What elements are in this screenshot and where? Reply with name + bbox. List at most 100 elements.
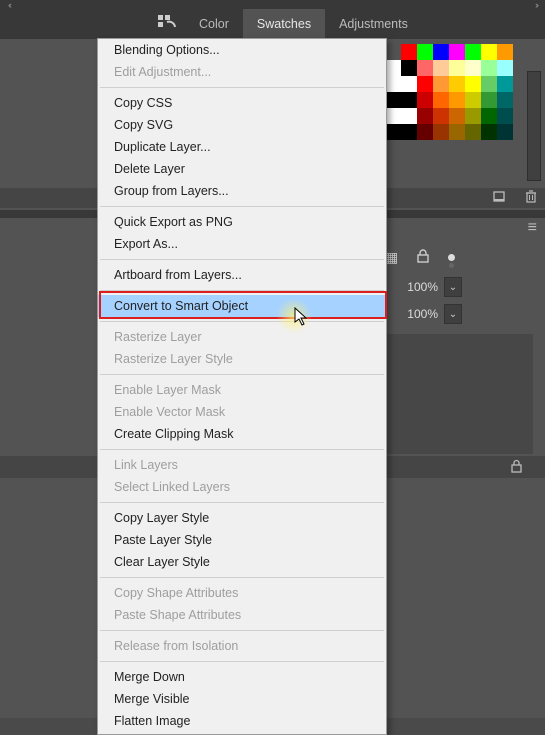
- menu-item: Release from Isolation: [98, 635, 386, 657]
- swatch[interactable]: [481, 92, 497, 108]
- menu-item[interactable]: Artboard from Layers...: [98, 264, 386, 286]
- menu-item[interactable]: Group from Layers...: [98, 180, 386, 202]
- menu-item[interactable]: Convert to Smart Object: [98, 295, 386, 317]
- arrange-icon[interactable]: [0, 15, 185, 33]
- swatch[interactable]: [497, 60, 513, 76]
- swatch[interactable]: [401, 76, 417, 92]
- swatch[interactable]: [465, 124, 481, 140]
- menu-item[interactable]: Flatten Image: [98, 710, 386, 732]
- swatch[interactable]: [401, 44, 417, 60]
- fill-value[interactable]: 100%: [398, 307, 440, 321]
- swatch[interactable]: [385, 92, 401, 108]
- swatch[interactable]: [385, 76, 401, 92]
- swatch[interactable]: [401, 124, 417, 140]
- swatch[interactable]: [497, 44, 513, 60]
- menu-item[interactable]: Merge Down: [98, 666, 386, 688]
- collapse-handles: ‹‹ ››: [0, 0, 545, 9]
- swatch[interactable]: [449, 60, 465, 76]
- swatches-scrollbar[interactable]: [527, 71, 541, 181]
- menu-separator: [100, 259, 384, 260]
- tab-color[interactable]: Color: [185, 9, 243, 39]
- swatch[interactable]: [497, 124, 513, 140]
- swatch[interactable]: [449, 44, 465, 60]
- swatch[interactable]: [385, 60, 401, 76]
- swatch[interactable]: [481, 44, 497, 60]
- opacity-value[interactable]: 100%: [398, 280, 440, 294]
- layer-context-menu: Blending Options...Edit Adjustment... Cop…: [97, 38, 387, 735]
- swatches-grid[interactable]: [385, 44, 520, 140]
- swatch[interactable]: [401, 60, 417, 76]
- swatch[interactable]: [497, 92, 513, 108]
- swatch[interactable]: [401, 108, 417, 124]
- menu-item[interactable]: Clear Layer Style: [98, 551, 386, 573]
- swatch[interactable]: [465, 44, 481, 60]
- swatch[interactable]: [481, 108, 497, 124]
- menu-separator: [100, 206, 384, 207]
- menu-separator: [100, 661, 384, 662]
- menu-item[interactable]: Copy Layer Style: [98, 507, 386, 529]
- menu-item[interactable]: Paste Layer Style: [98, 529, 386, 551]
- layer-lock-icons: ▦: [385, 249, 455, 266]
- collapse-left[interactable]: ‹‹: [8, 0, 10, 10]
- fill-row: 100% ⌄: [398, 304, 462, 324]
- swatch[interactable]: [481, 124, 497, 140]
- swatch[interactable]: [433, 124, 449, 140]
- swatch[interactable]: [417, 60, 433, 76]
- swatch[interactable]: [417, 44, 433, 60]
- menu-separator: [100, 321, 384, 322]
- delete-swatch-icon[interactable]: [525, 190, 537, 206]
- menu-item[interactable]: Quick Export as PNG: [98, 211, 386, 233]
- menu-item[interactable]: Blending Options...: [98, 39, 386, 61]
- menu-separator: [100, 449, 384, 450]
- swatch[interactable]: [481, 76, 497, 92]
- new-swatch-icon[interactable]: [493, 191, 507, 206]
- lock-position-icon[interactable]: [416, 249, 430, 266]
- swatch[interactable]: [433, 44, 449, 60]
- swatch[interactable]: [465, 76, 481, 92]
- layers-body[interactable]: [385, 334, 533, 454]
- swatch[interactable]: [465, 60, 481, 76]
- menu-item[interactable]: Create Clipping Mask: [98, 423, 386, 445]
- swatch[interactable]: [449, 108, 465, 124]
- panel-tab-strip: Color Swatches Adjustments: [0, 9, 545, 39]
- menu-item: Copy Shape Attributes: [98, 582, 386, 604]
- tab-swatches[interactable]: Swatches: [243, 9, 325, 39]
- swatch[interactable]: [449, 76, 465, 92]
- footer-lock-icon[interactable]: [510, 459, 523, 476]
- swatch[interactable]: [401, 92, 417, 108]
- swatch[interactable]: [385, 108, 401, 124]
- swatch[interactable]: [433, 92, 449, 108]
- menu-item[interactable]: Export As...: [98, 233, 386, 255]
- swatch[interactable]: [465, 108, 481, 124]
- swatch[interactable]: [417, 124, 433, 140]
- swatch[interactable]: [417, 92, 433, 108]
- swatch[interactable]: [417, 108, 433, 124]
- opacity-dropdown-icon[interactable]: ⌄: [444, 277, 462, 297]
- swatch[interactable]: [433, 76, 449, 92]
- menu-item[interactable]: Duplicate Layer...: [98, 136, 386, 158]
- menu-item[interactable]: Copy SVG: [98, 114, 386, 136]
- swatch[interactable]: [417, 76, 433, 92]
- swatch[interactable]: [481, 60, 497, 76]
- menu-item[interactable]: Merge Visible: [98, 688, 386, 710]
- swatch[interactable]: [449, 92, 465, 108]
- swatch[interactable]: [385, 124, 401, 140]
- menu-item: Rasterize Layer Style: [98, 348, 386, 370]
- swatch[interactable]: [433, 108, 449, 124]
- menu-separator: [100, 87, 384, 88]
- menu-item[interactable]: Copy CSS: [98, 92, 386, 114]
- tab-adjustments[interactable]: Adjustments: [325, 9, 422, 39]
- swatch[interactable]: [449, 124, 465, 140]
- menu-item: Edit Adjustment...: [98, 61, 386, 83]
- panel-menu-icon[interactable]: ≡: [528, 219, 537, 237]
- swatch[interactable]: [465, 92, 481, 108]
- collapse-right[interactable]: ››: [535, 0, 537, 10]
- menu-separator: [100, 502, 384, 503]
- fill-dropdown-icon[interactable]: ⌄: [444, 304, 462, 324]
- lock-all-indicator[interactable]: [448, 254, 455, 261]
- swatch[interactable]: [497, 108, 513, 124]
- swatch[interactable]: [433, 60, 449, 76]
- menu-separator: [100, 374, 384, 375]
- swatch[interactable]: [497, 76, 513, 92]
- menu-item[interactable]: Delete Layer: [98, 158, 386, 180]
